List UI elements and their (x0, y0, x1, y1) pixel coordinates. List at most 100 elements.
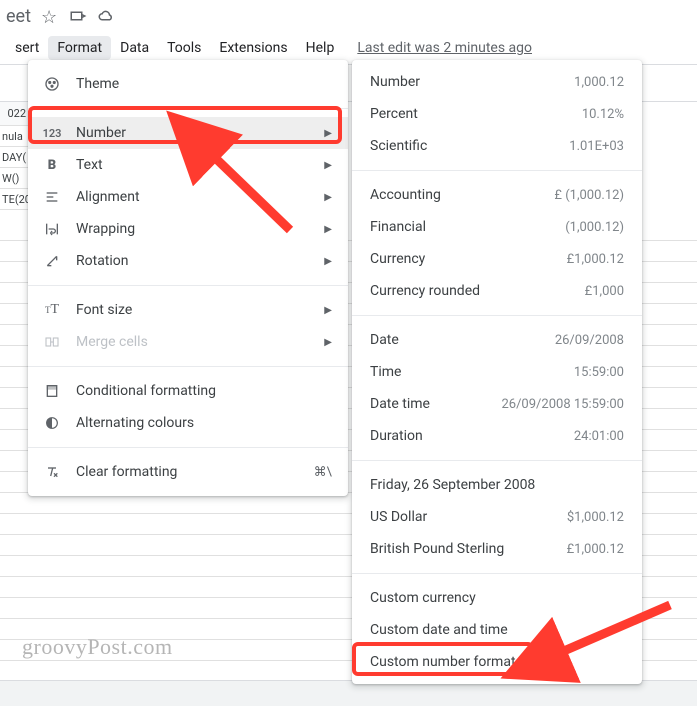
menu-label: Theme (76, 76, 119, 92)
label: British Pound Sterling (370, 541, 567, 557)
bold-icon: B (42, 155, 62, 175)
number-format-currency[interactable]: Currency£1,000.12 (352, 243, 642, 275)
doc-name[interactable]: eet (6, 6, 31, 27)
menu-format[interactable]: Format (48, 36, 111, 60)
rotation-icon (42, 251, 62, 271)
number-format-scientific[interactable]: Scientific1.01E+03 (352, 130, 642, 162)
separator (28, 285, 348, 286)
label: Custom number format (370, 654, 624, 670)
chevron-right-icon: ▶ (324, 256, 332, 267)
label: Duration (370, 428, 574, 444)
menu-conditional-formatting[interactable]: Conditional formatting (28, 375, 348, 407)
watermark: groovyPost.com (22, 634, 173, 660)
number-format-percent[interactable]: Percent10.12% (352, 98, 642, 130)
number-format-currency-rounded[interactable]: Currency rounded£1,000 (352, 275, 642, 307)
menu-clear-formatting[interactable]: Clear formatting ⌘\ (28, 456, 348, 488)
number-format-gbp[interactable]: British Pound Sterling£1,000.12 (352, 533, 642, 565)
number-format-custom-number[interactable]: Custom number format (352, 646, 642, 678)
chevron-right-icon: ▶ (324, 128, 332, 139)
menu-extensions[interactable]: Extensions (210, 36, 296, 60)
format-menu: Theme 123 Number ▶ B Text ▶ Alignment ▶ … (28, 60, 348, 496)
menu-label: Number (76, 125, 126, 141)
theme-icon (42, 74, 62, 94)
label: Financial (370, 219, 565, 235)
menu-label: Alternating colours (76, 415, 194, 431)
menu-rotation[interactable]: Rotation ▶ (28, 245, 348, 277)
conditional-icon (42, 381, 62, 401)
number-format-long-date[interactable]: Friday, 26 September 2008 (352, 469, 642, 501)
number-format-number[interactable]: Number1,000.12 (352, 66, 642, 98)
separator (28, 447, 348, 448)
submenu-scroll[interactable]: Number1,000.12 Percent10.12% Scientific1… (352, 66, 642, 678)
titlebar: eet ☆ (0, 0, 697, 32)
star-icon[interactable]: ☆ (41, 7, 59, 25)
last-edit-link[interactable]: Last edit was 2 minutes ago (357, 40, 532, 56)
label: US Dollar (370, 509, 567, 525)
separator (352, 170, 642, 171)
sheet-left-edge: 022 nula DAY( W() TE(20 (0, 102, 30, 210)
menu-alignment[interactable]: Alignment ▶ (28, 181, 348, 213)
example: 26/09/2008 15:59:00 (501, 397, 624, 412)
label: Date (370, 332, 555, 348)
cell[interactable]: nula (0, 126, 30, 147)
menu-label: Conditional formatting (76, 383, 216, 399)
example: 26/09/2008 (555, 333, 624, 348)
menu-data[interactable]: Data (111, 36, 158, 60)
cloud-icon[interactable] (97, 7, 115, 25)
separator (28, 108, 348, 109)
number-format-financial[interactable]: Financial(1,000.12) (352, 211, 642, 243)
separator (28, 366, 348, 367)
menu-label: Alignment (76, 189, 140, 205)
number-format-custom-datetime[interactable]: Custom date and time (352, 614, 642, 646)
label: Currency rounded (370, 283, 585, 299)
label: Percent (370, 106, 582, 122)
number-format-accounting[interactable]: Accounting£ (1,000.12) (352, 179, 642, 211)
example: 15:59:00 (574, 365, 624, 380)
separator (352, 573, 642, 574)
menu-help[interactable]: Help (297, 36, 344, 60)
menu-wrapping[interactable]: Wrapping ▶ (28, 213, 348, 245)
label: Date time (370, 396, 501, 412)
number-submenu: Number1,000.12 Percent10.12% Scientific1… (352, 60, 642, 684)
number-format-custom-currency[interactable]: Custom currency (352, 582, 642, 614)
label: Accounting (370, 187, 554, 203)
menu-theme[interactable]: Theme (28, 68, 348, 100)
menu-merge-cells: Merge cells ▶ (28, 326, 348, 358)
label: Friday, 26 September 2008 (370, 477, 624, 493)
example: £1,000.12 (567, 542, 624, 557)
example: 10.12% (582, 107, 624, 122)
number-format-datetime[interactable]: Date time26/09/2008 15:59:00 (352, 388, 642, 420)
move-icon[interactable] (69, 7, 87, 25)
menu-alternating-colours[interactable]: Alternating colours (28, 407, 348, 439)
menu-label: Merge cells (76, 334, 148, 350)
wrap-icon (42, 219, 62, 239)
number-format-usd[interactable]: US Dollar$1,000.12 (352, 501, 642, 533)
label: Currency (370, 251, 567, 267)
number-format-date[interactable]: Date26/09/2008 (352, 324, 642, 356)
cell[interactable]: TE(20 (0, 189, 30, 210)
cell[interactable]: DAY( (0, 147, 30, 168)
clear-format-icon (42, 462, 62, 482)
menu-text[interactable]: B Text ▶ (28, 149, 348, 181)
menu-label: Text (76, 157, 103, 173)
menu-label: Clear formatting (76, 464, 177, 480)
chevron-right-icon: ▶ (324, 192, 332, 203)
cell[interactable]: W() (0, 168, 30, 189)
chevron-right-icon: ▶ (324, 337, 332, 348)
align-icon (42, 187, 62, 207)
menu-insert[interactable]: sert (6, 36, 48, 60)
number-format-duration[interactable]: Duration24:01:00 (352, 420, 642, 452)
separator (352, 315, 642, 316)
example: 24:01:00 (574, 429, 624, 444)
menu-number[interactable]: 123 Number ▶ (28, 117, 348, 149)
example: 1.01E+03 (569, 139, 624, 154)
number-format-time[interactable]: Time15:59:00 (352, 356, 642, 388)
chevron-right-icon: ▶ (324, 160, 332, 171)
chevron-right-icon: ▶ (324, 224, 332, 235)
menu-font-size[interactable]: TT Font size ▶ (28, 294, 348, 326)
number-icon: 123 (42, 123, 62, 143)
label: Scientific (370, 138, 569, 154)
label: Time (370, 364, 574, 380)
menu-tools[interactable]: Tools (158, 36, 210, 60)
merge-icon (42, 332, 62, 352)
